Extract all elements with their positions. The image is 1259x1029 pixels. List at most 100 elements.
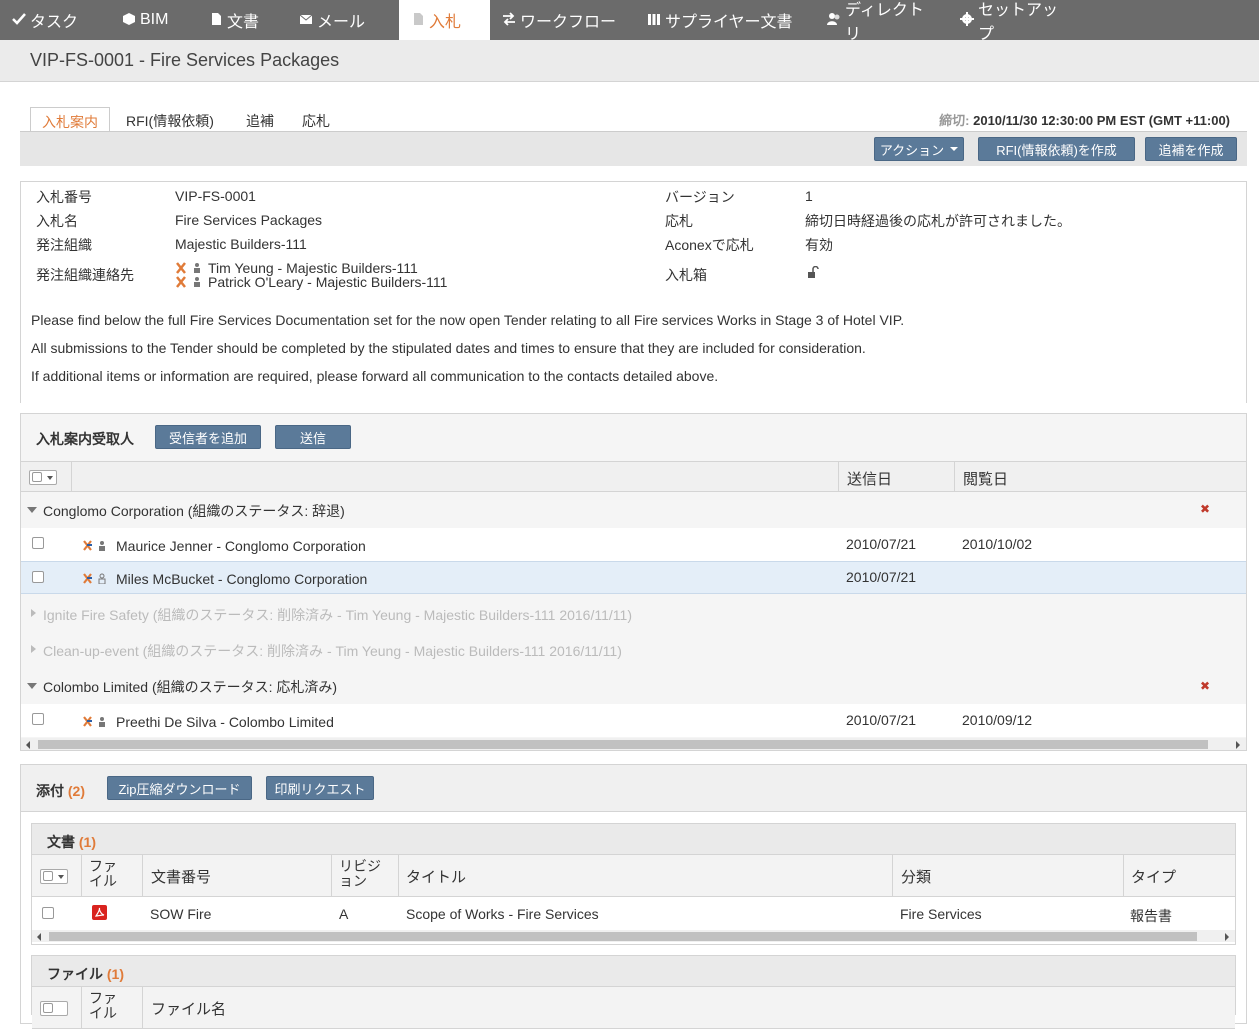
col-file-name[interactable]: ファイル名	[151, 998, 226, 1019]
remove-icon[interactable]: ✖	[1200, 502, 1210, 516]
row-checkbox[interactable]	[32, 537, 44, 549]
remove-icon[interactable]: ✖	[1200, 679, 1210, 693]
nav-item-supplier-docs[interactable]: サプライヤー文書	[635, 0, 815, 40]
viewed-date: 2010/10/02	[962, 536, 1033, 552]
zip-download-button[interactable]: Zip圧縮ダウンロード	[107, 776, 252, 800]
row-checkbox[interactable]	[42, 907, 54, 919]
col-viewed-date[interactable]: 閲覧日	[963, 468, 1008, 489]
recipients-scrollbar[interactable]	[21, 738, 1246, 750]
group-row-deleted[interactable]: Ignite Fire Safety (組織のステータス: 削除済み - Tim…	[21, 595, 1246, 631]
tab-invitation[interactable]: 入札案内	[30, 107, 110, 132]
files-panel: ファイル (1) ファイル ファイル名	[31, 955, 1236, 1029]
nav-item-directory[interactable]: ディレクトリ	[815, 0, 948, 43]
col-doc-number[interactable]: 文書番号	[151, 866, 211, 887]
doc-type: 報告書	[1130, 908, 1172, 924]
row-checkbox[interactable]	[32, 713, 44, 725]
group-name: Colombo Limited (組織のステータス: 応札済み)	[43, 679, 338, 695]
col-file[interactable]: ファイル	[89, 859, 129, 889]
documents-scrollbar[interactable]	[32, 930, 1235, 942]
doc-number[interactable]: SOW Fire	[150, 906, 211, 922]
attachments-header: 添付 (2) Zip圧縮ダウンロード 印刷リクエスト	[21, 765, 1246, 812]
col-revision[interactable]: リビジョン	[339, 859, 384, 889]
chevron-down-icon	[950, 147, 959, 151]
col-sent-date[interactable]: 送信日	[847, 468, 892, 489]
col-file[interactable]: ファイル	[89, 991, 129, 1021]
nav-item-tender[interactable]: 入札	[399, 0, 490, 40]
nav-item-bim[interactable]: BIM	[110, 0, 197, 40]
tender-no-label: 入札番号	[36, 189, 92, 205]
supplier-icon	[648, 14, 660, 25]
description-line: Please find below the full Fire Services…	[31, 312, 905, 328]
send-button[interactable]: 送信	[275, 425, 351, 449]
scroll-right-icon[interactable]	[1236, 741, 1240, 749]
expand-icon[interactable]	[31, 645, 36, 653]
document-row[interactable]: SOW Fire A Scope of Works - Fire Service…	[32, 898, 1235, 928]
org-label: 発注組織	[36, 237, 92, 253]
create-addendum-button[interactable]: 追補を作成	[1145, 137, 1237, 161]
cube-icon	[123, 13, 135, 25]
col-title[interactable]: タイトル	[406, 866, 466, 887]
top-nav: タスク BIM 文書 メール 入札 ワークフロー サプライヤー文書 ディレクトリ…	[0, 0, 1259, 43]
recipient-row[interactable]: Miles McBucket - Conglomo Corporation 20…	[21, 561, 1246, 594]
select-all-dropdown[interactable]	[29, 470, 57, 485]
tab-submission[interactable]: 応札	[291, 107, 341, 132]
select-all-dropdown[interactable]	[40, 869, 68, 884]
expand-icon[interactable]	[27, 683, 37, 689]
expand-icon[interactable]	[31, 609, 36, 617]
select-all-checkbox[interactable]	[32, 472, 42, 482]
deadline: 締切: 2010/11/30 12:30:00 PM EST (GMT +11:…	[939, 110, 1230, 129]
select-all-checkbox[interactable]	[43, 871, 53, 881]
contact-2[interactable]: Patrick O'Leary - Majestic Builders-111	[208, 274, 447, 290]
recipient-icon	[83, 716, 105, 727]
print-request-button[interactable]: 印刷リクエスト	[266, 776, 374, 800]
users-icon	[827, 13, 840, 25]
select-all-checkbox[interactable]	[43, 1003, 53, 1013]
attachments-title-text: 添付	[36, 783, 64, 799]
nav-item-workflow[interactable]: ワークフロー	[490, 0, 635, 40]
doc-category: Fire Services	[900, 906, 982, 922]
contact-label: 発注組織連絡先	[36, 267, 134, 283]
nav-item-setup[interactable]: セットアップ	[948, 0, 1078, 43]
scroll-right-icon[interactable]	[1225, 933, 1229, 941]
scroll-left-icon[interactable]	[37, 933, 41, 941]
nav-item-tasks[interactable]: タスク	[0, 0, 110, 40]
tab-addendum[interactable]: 追補	[235, 107, 285, 132]
action-dropdown-button[interactable]: アクション	[874, 137, 964, 161]
group-name: Ignite Fire Safety (組織のステータス: 削除済み - Tim…	[43, 607, 632, 623]
scrollbar-thumb[interactable]	[49, 932, 1197, 941]
tab-rfi[interactable]: RFI(情報依頼)	[115, 107, 225, 132]
group-row-deleted[interactable]: Clean-up-event (組織のステータス: 削除済み - Tim Yeu…	[21, 631, 1246, 667]
col-type[interactable]: タイプ	[1131, 866, 1176, 887]
documents-table-header: ファイル 文書番号 リビジョン タイトル 分類 タイプ	[32, 854, 1235, 897]
action-bar: アクション RFI(情報依頼)を作成 追補を作成	[20, 131, 1247, 166]
group-row[interactable]: Conglomo Corporation (組織のステータス: 辞退) ✖	[21, 492, 1246, 528]
doc-title[interactable]: Scope of Works - Fire Services	[406, 906, 599, 922]
group-row[interactable]: Colombo Limited (組織のステータス: 応札済み) ✖	[21, 668, 1246, 704]
action-label: アクション	[879, 142, 945, 158]
add-recipient-button[interactable]: 受信者を追加	[155, 425, 261, 449]
workflow-icon	[503, 12, 515, 26]
attachments-panel: 添付 (2) Zip圧縮ダウンロード 印刷リクエスト 文書 (1) ファイル 文…	[20, 764, 1247, 1029]
col-category[interactable]: 分類	[901, 866, 931, 887]
scrollbar-thumb[interactable]	[38, 740, 1208, 749]
mail-icon	[299, 14, 313, 24]
pdf-icon[interactable]	[92, 905, 107, 920]
documents-panel: 文書 (1) ファイル 文書番号 リビジョン タイトル 分類 タイプ SOW F…	[31, 823, 1236, 945]
description-line: If additional items or information are r…	[31, 368, 719, 384]
nav-item-documents[interactable]: 文書	[197, 0, 287, 40]
scroll-left-icon[interactable]	[26, 741, 30, 749]
check-icon	[12, 13, 26, 25]
expand-icon[interactable]	[27, 507, 37, 513]
create-rfi-button[interactable]: RFI(情報依頼)を作成	[978, 137, 1135, 161]
nav-label: セットアップ	[978, 2, 1059, 43]
select-all-dropdown[interactable]	[40, 1001, 68, 1016]
recipient-row[interactable]: Preethi De Silva - Colombo Limited 2010/…	[21, 704, 1246, 737]
nav-item-mail[interactable]: メール	[287, 0, 399, 40]
contact-icon	[176, 262, 200, 274]
title-bar: VIP-FS-0001 - Fire Services Packages	[0, 40, 1259, 82]
doc-revision: A	[339, 906, 349, 922]
nav-label: 入札	[429, 14, 462, 31]
recipient-row[interactable]: Maurice Jenner - Conglomo Corporation 20…	[21, 528, 1246, 561]
row-checkbox[interactable]	[32, 571, 44, 583]
chevron-down-icon	[47, 476, 53, 480]
